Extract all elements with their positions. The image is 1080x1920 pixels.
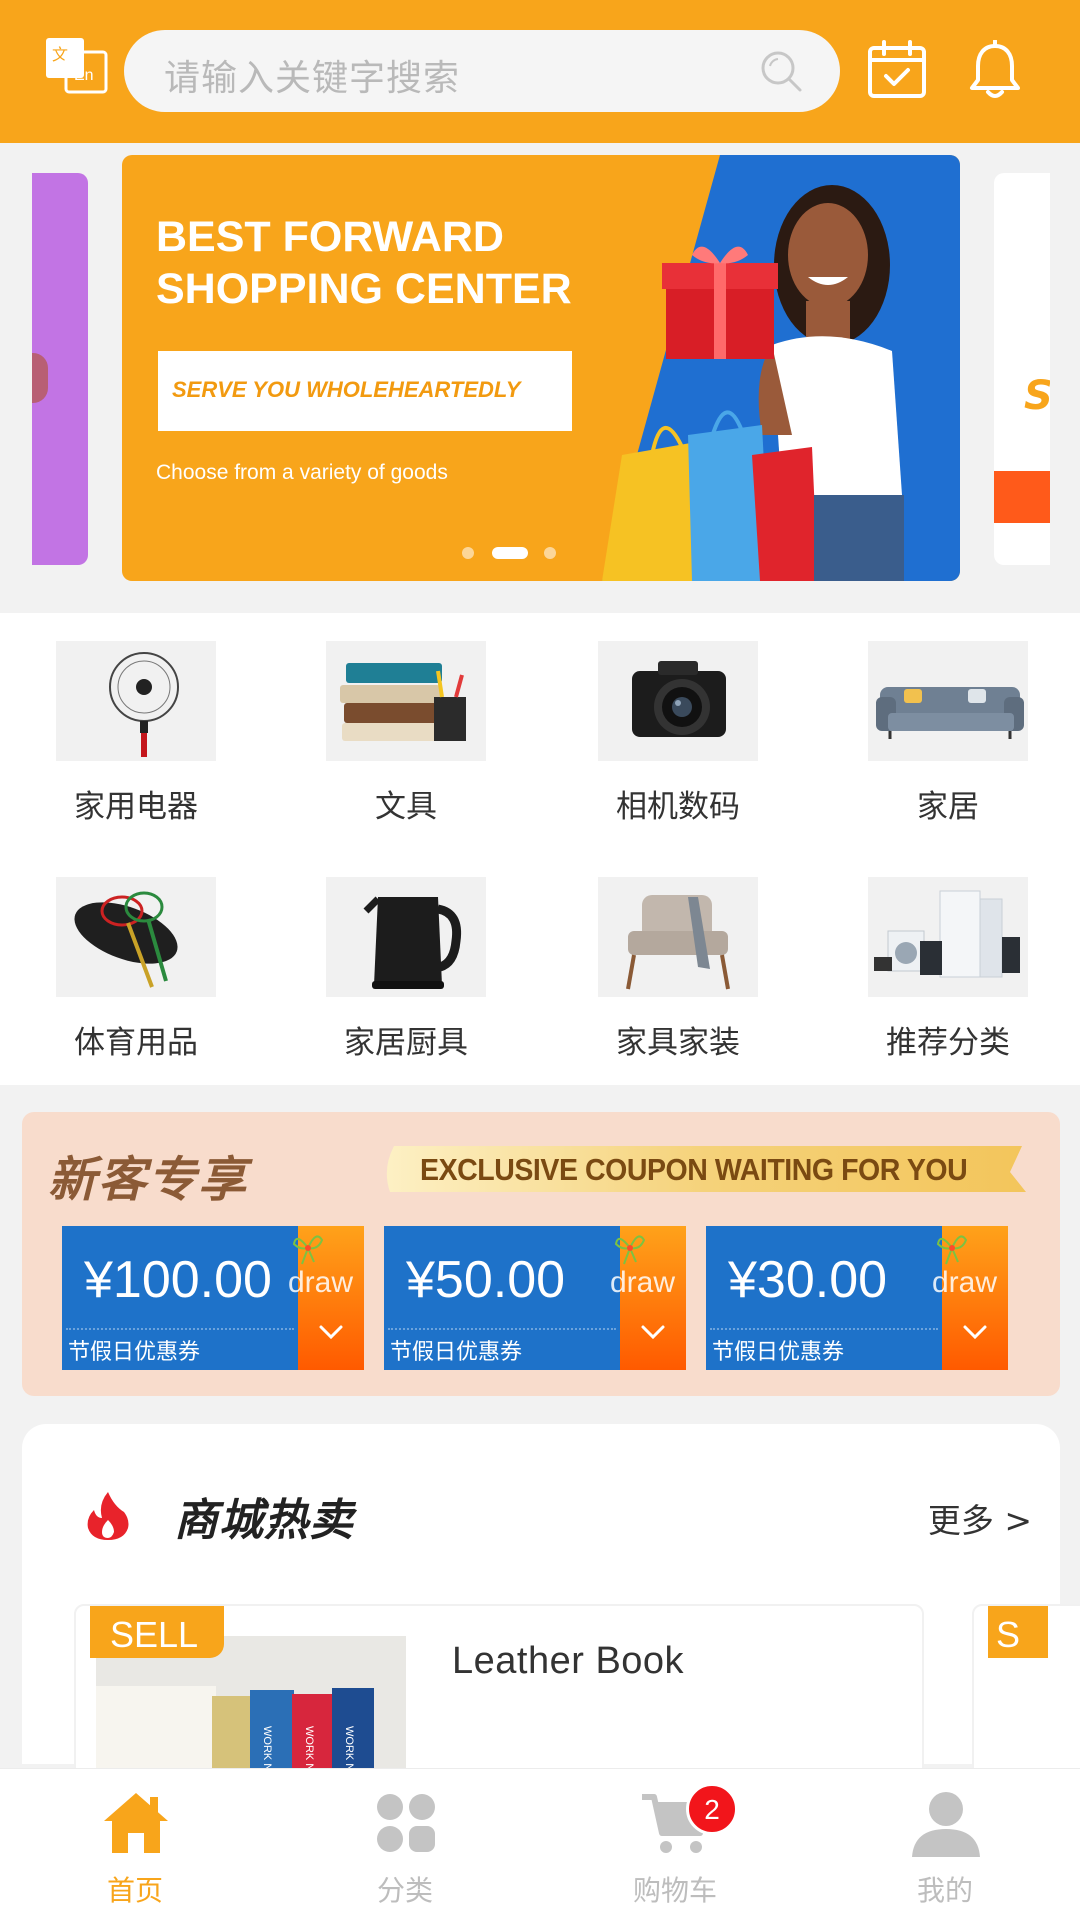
category-label: 相机数码 bbox=[616, 789, 740, 825]
coupon-divider bbox=[710, 1328, 938, 1330]
banner-title: BEST FORWARD SHOPPING CENTER bbox=[156, 211, 636, 315]
tab-category[interactable]: 分类 bbox=[270, 1769, 540, 1920]
sell-tag: SELL bbox=[90, 1606, 224, 1658]
more-link[interactable]: 更多 > bbox=[928, 1494, 1032, 1542]
coupon-draw-label[interactable]: draw bbox=[288, 1266, 353, 1300]
category-label: 家居厨具 bbox=[344, 1025, 468, 1061]
home-icon bbox=[104, 1793, 168, 1853]
category-label: 家居 bbox=[917, 789, 979, 825]
gift-bow-icon bbox=[292, 1235, 324, 1265]
flame-icon bbox=[87, 1492, 129, 1540]
coupon-divider bbox=[388, 1328, 616, 1330]
category-label: 文具 bbox=[375, 789, 437, 825]
coupon-amount: ¥50.00 bbox=[406, 1251, 566, 1309]
tab-label: 首页 bbox=[106, 1874, 163, 1907]
carousel-dot[interactable] bbox=[544, 547, 556, 559]
coupon-draw-label[interactable]: draw bbox=[610, 1266, 675, 1300]
carousel-dot[interactable] bbox=[462, 547, 474, 559]
category-home[interactable]: 家居 bbox=[834, 613, 1034, 825]
banner-title-line-2: SHOPPING CENTER bbox=[156, 265, 572, 313]
category-recommended[interactable]: 推荐分类 bbox=[834, 849, 1034, 1061]
kettle-icon bbox=[326, 877, 486, 997]
tab-label: 购物车 bbox=[632, 1874, 717, 1907]
coupon-draw-label[interactable]: draw bbox=[932, 1266, 997, 1300]
chevron-down-icon[interactable] bbox=[318, 1322, 344, 1342]
chevron-down-icon[interactable] bbox=[962, 1322, 988, 1342]
coupon-card[interactable]: ¥30.00 draw 节假日优惠券 bbox=[706, 1226, 1008, 1370]
top-bar: 文 En 请输入关键字搜索 bbox=[0, 0, 1080, 143]
cart-count-badge: 2 bbox=[686, 1783, 738, 1835]
banner-tagline-box: SERVE YOU WHOLEHEARTEDLY bbox=[158, 351, 572, 431]
banner-slide[interactable]: BEST FORWARD SHOPPING CENTER SERVE YOU W… bbox=[122, 155, 960, 581]
tab-label: 分类 bbox=[376, 1874, 433, 1907]
category-label: 体育用品 bbox=[74, 1025, 198, 1061]
category-grid: 家用电器 文具 相机数码 家居 体育用品 家居厨具 家具家装 推荐分类 bbox=[0, 613, 1080, 1085]
hot-sale-title: 商城热卖 bbox=[174, 1495, 354, 1546]
appliances-icon bbox=[868, 877, 1028, 997]
category-kitchenware[interactable]: 家居厨具 bbox=[292, 849, 492, 1061]
previous-slide-peek[interactable] bbox=[32, 173, 88, 565]
sell-tag-label: SELL bbox=[110, 1614, 199, 1655]
hot-sale-section: 商城热卖 更多 > WORK NO WORK NO WORK NO SELL L… bbox=[22, 1424, 1080, 1804]
sell-tag-label: S bbox=[996, 1614, 1021, 1655]
tab-label: 我的 bbox=[916, 1874, 973, 1907]
checkin-calendar-icon[interactable] bbox=[866, 40, 928, 100]
banner-title-line-1: BEST FORWARD bbox=[156, 213, 504, 261]
svg-text:En: En bbox=[74, 67, 94, 84]
coupon-label: 节假日优惠券 bbox=[68, 1340, 201, 1365]
category-label: 家具家装 bbox=[616, 1025, 740, 1061]
badminton-rackets-icon bbox=[56, 877, 216, 997]
banner-subtitle: Choose from a variety of goods bbox=[156, 461, 448, 484]
books-icon bbox=[326, 641, 486, 761]
next-slide-stripe bbox=[994, 471, 1050, 523]
next-slide-peek[interactable]: S bbox=[994, 173, 1050, 565]
camera-icon bbox=[598, 641, 758, 761]
sofa-icon bbox=[868, 641, 1028, 761]
coupon-card[interactable]: ¥50.00 draw 节假日优惠券 bbox=[384, 1226, 686, 1370]
category-camera-digital[interactable]: 相机数码 bbox=[564, 613, 764, 825]
category-furniture[interactable]: 家具家装 bbox=[564, 849, 764, 1061]
coupon-ribbon-text: EXCLUSIVE COUPON WAITING FOR YOU bbox=[420, 1152, 968, 1187]
user-icon bbox=[912, 1792, 980, 1857]
coupon-amount: ¥30.00 bbox=[728, 1251, 888, 1309]
search-icon[interactable] bbox=[758, 48, 804, 94]
chevron-down-icon[interactable] bbox=[640, 1322, 666, 1342]
coupon-divider bbox=[66, 1328, 294, 1330]
banner-tagline: SERVE YOU WHOLEHEARTEDLY bbox=[172, 377, 521, 402]
category-label: 家用电器 bbox=[74, 789, 198, 825]
armchair-icon bbox=[598, 877, 758, 997]
shopping-woman-image bbox=[602, 185, 904, 581]
category-sports[interactable]: 体育用品 bbox=[22, 849, 222, 1061]
category-home-appliances[interactable]: 家用电器 bbox=[22, 613, 222, 825]
electric-fan-icon bbox=[56, 641, 216, 761]
gift-bow-icon bbox=[614, 1235, 646, 1265]
banner-carousel[interactable]: BEST FORWARD SHOPPING CENTER SERVE YOU W… bbox=[0, 143, 1080, 613]
carousel-dot-active[interactable] bbox=[492, 547, 528, 559]
bottom-tab-bar: 首页 分类 购物车 2 我的 bbox=[0, 1768, 1080, 1920]
coupon-amount: ¥100.00 bbox=[84, 1251, 272, 1309]
search-bar[interactable]: 请输入关键字搜索 bbox=[124, 30, 840, 112]
tab-profile[interactable]: 我的 bbox=[810, 1769, 1080, 1920]
coupon-label: 节假日优惠券 bbox=[390, 1340, 523, 1365]
new-customer-coupons: 新客专享 EXCLUSIVE COUPON WAITING FOR YOU ¥1… bbox=[22, 1112, 1060, 1396]
category-label: 推荐分类 bbox=[886, 1025, 1010, 1061]
search-placeholder[interactable]: 请输入关键字搜索 bbox=[164, 49, 460, 101]
tab-cart[interactable]: 购物车 bbox=[540, 1769, 810, 1920]
grid-icon bbox=[377, 1794, 435, 1852]
coupon-label: 节假日优惠券 bbox=[712, 1340, 845, 1365]
translate-icon[interactable]: 文 En bbox=[44, 36, 108, 96]
tab-home[interactable]: 首页 bbox=[0, 1769, 270, 1920]
sell-tag: S bbox=[988, 1606, 1048, 1658]
bell-icon[interactable] bbox=[968, 40, 1022, 100]
next-slide-letter: S bbox=[1024, 373, 1050, 419]
gift-bow-icon bbox=[936, 1235, 968, 1265]
category-stationery[interactable]: 文具 bbox=[292, 613, 492, 825]
cart-count: 2 bbox=[704, 1794, 720, 1825]
product-name[interactable]: Leather Book bbox=[452, 1640, 684, 1683]
coupon-card[interactable]: ¥100.00 draw 节假日优惠券 bbox=[62, 1226, 364, 1370]
coupon-heading: 新客专享 bbox=[48, 1152, 249, 1208]
